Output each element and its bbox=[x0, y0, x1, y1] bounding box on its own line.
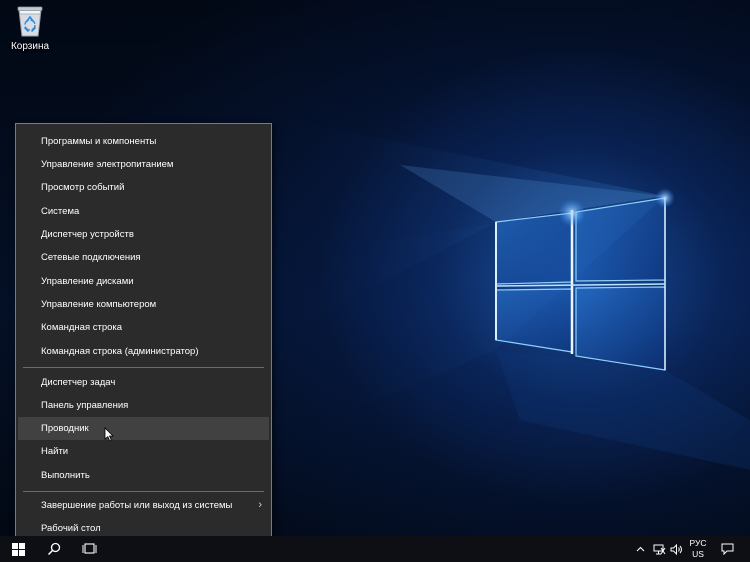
submenu-arrow-icon: › bbox=[258, 499, 262, 511]
menu-item-event-viewer[interactable]: Просмотр событий bbox=[18, 176, 269, 199]
menu-item-control-panel[interactable]: Панель управления bbox=[18, 394, 269, 417]
menu-item-command-prompt[interactable]: Командная строка bbox=[18, 316, 269, 339]
menu-item-computer-management[interactable]: Управление компьютером bbox=[18, 293, 269, 316]
show-hidden-icons-button[interactable] bbox=[632, 536, 648, 562]
task-view-icon bbox=[82, 543, 96, 554]
search-button[interactable] bbox=[36, 536, 72, 562]
network-tray-button[interactable] bbox=[650, 536, 668, 562]
language-label: РУС bbox=[689, 538, 707, 548]
menu-item-disk-management[interactable]: Управление дисками bbox=[18, 270, 269, 293]
recycle-bin-label: Корзина bbox=[10, 41, 50, 52]
menu-item-system[interactable]: Система bbox=[18, 200, 269, 223]
menu-item-shutdown-label: Завершение работы или выход из системы bbox=[41, 500, 233, 511]
menu-item-search[interactable]: Найти bbox=[18, 440, 269, 463]
menu-item-device-manager[interactable]: Диспетчер устройств bbox=[18, 223, 269, 246]
menu-item-file-explorer[interactable]: Проводник bbox=[18, 417, 269, 440]
menu-item-task-manager[interactable]: Диспетчер задач bbox=[18, 371, 269, 394]
action-center-button[interactable] bbox=[716, 536, 738, 562]
recycle-bin-icon bbox=[17, 6, 43, 37]
input-language-button[interactable]: РУС US bbox=[685, 536, 711, 562]
winx-context-menu: Программы и компоненты Управление электр… bbox=[15, 123, 272, 547]
menu-item-run[interactable]: Выполнить bbox=[18, 464, 269, 487]
notification-icon bbox=[721, 543, 733, 555]
desktop-background: Корзина Программы и компоненты Управлени… bbox=[0, 0, 750, 562]
taskbar: РУС US bbox=[0, 536, 750, 562]
volume-tray-button[interactable] bbox=[668, 536, 684, 562]
menu-item-programs-features[interactable]: Программы и компоненты bbox=[18, 130, 269, 153]
keyboard-layout-label: US bbox=[692, 549, 704, 559]
menu-separator bbox=[23, 367, 264, 368]
task-view-button[interactable] bbox=[72, 536, 106, 562]
mouse-cursor-icon bbox=[104, 427, 114, 442]
start-button[interactable] bbox=[0, 536, 36, 562]
chevron-up-icon bbox=[636, 546, 644, 552]
menu-item-shutdown-signout[interactable]: Завершение работы или выход из системы › bbox=[18, 494, 269, 517]
menu-item-power-options[interactable]: Управление электропитанием bbox=[18, 153, 269, 176]
search-icon bbox=[47, 542, 61, 556]
speaker-icon bbox=[670, 543, 682, 555]
network-icon bbox=[653, 544, 665, 554]
menu-item-command-prompt-admin[interactable]: Командная строка (администратор) bbox=[18, 340, 269, 363]
menu-separator bbox=[23, 491, 264, 492]
menu-item-network-connections[interactable]: Сетевые подключения bbox=[18, 246, 269, 269]
windows-logo-icon bbox=[11, 542, 25, 556]
recycle-bin-shortcut[interactable]: Корзина bbox=[6, 4, 54, 56]
